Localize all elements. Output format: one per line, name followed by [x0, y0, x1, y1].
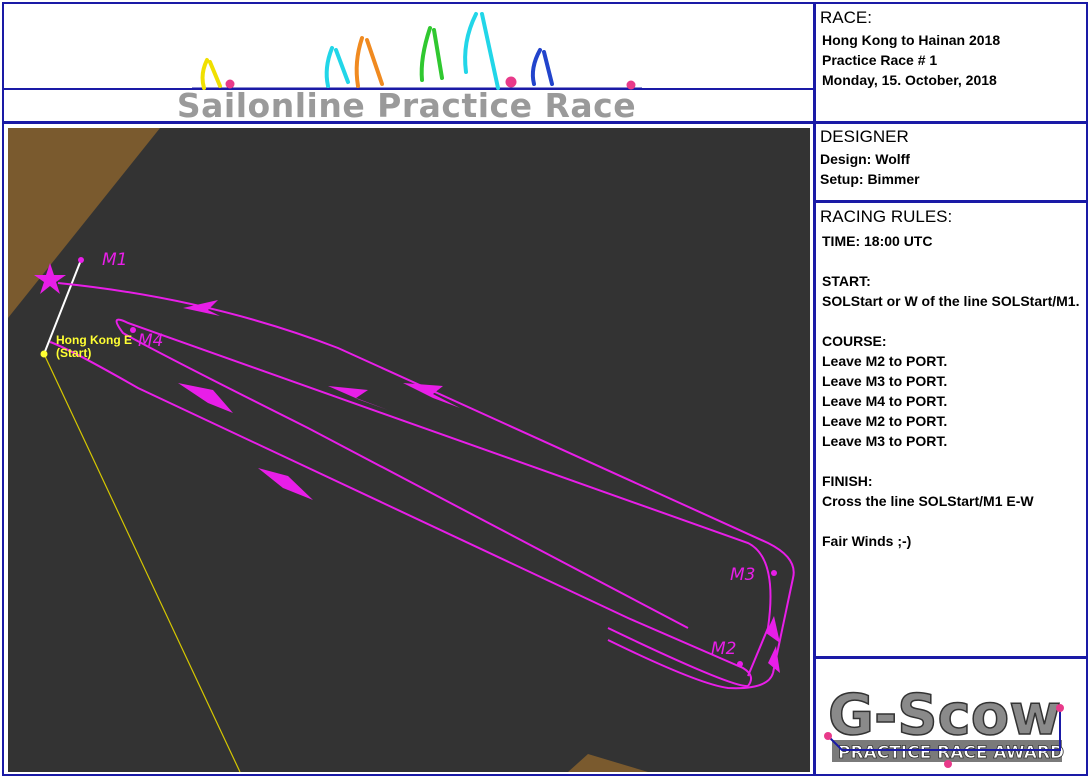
mark-m2	[737, 661, 743, 667]
sail-blue-2	[542, 50, 554, 86]
arrow-1	[183, 300, 220, 316]
race-date: Monday, 15. October, 2018	[822, 72, 997, 88]
race-name: Hong Kong to Hainan 2018	[822, 32, 1001, 48]
sail-green-2	[432, 28, 444, 80]
rules-line: SOLStart or W of the line SOLStart/M1.	[822, 293, 1080, 309]
sail-cyan-3	[463, 12, 478, 74]
rules-line: Cross the line SOLStart/M1 E-W	[822, 493, 1034, 509]
rhumb-line	[43, 353, 241, 772]
divider-vertical	[813, 2, 816, 776]
sail-yellow-2	[208, 60, 222, 88]
race-heading: RACE:	[820, 8, 872, 27]
sail-cyan-4	[480, 12, 500, 90]
g-scow-award-logo: G-Scow PRACTICE RACE AWARD	[824, 682, 1065, 768]
rules-line: Leave M2 to PORT.	[822, 353, 948, 369]
land-northwest	[8, 128, 160, 318]
logo-sails	[200, 12, 554, 90]
rules-line: COURSE:	[822, 333, 887, 349]
rules-line: START:	[822, 273, 871, 289]
mark-label-m1: M1	[102, 250, 127, 270]
arrow-4	[178, 383, 233, 413]
rules-line: TIME: 18:00 UTC	[822, 233, 933, 249]
start-label-name: Hong Kong E	[56, 333, 132, 347]
mark-label-m3: M3	[730, 565, 755, 585]
rules-heading: RACING RULES:	[820, 207, 953, 226]
land-south	[568, 754, 648, 772]
designer-design: Design: Wolff	[820, 151, 910, 167]
arrow-3	[403, 383, 460, 408]
divider-rules-bottom	[813, 656, 1088, 659]
award-buoy-2	[1056, 704, 1064, 712]
sail-orange-1	[354, 36, 364, 88]
rules-line: FINISH:	[822, 473, 873, 489]
mark-label-m4: M4	[138, 331, 163, 351]
start-buoy	[40, 350, 48, 358]
designer-setup: Setup: Bimmer	[820, 171, 920, 187]
sail-yellow	[200, 58, 209, 90]
rules-line: Leave M3 to PORT.	[822, 433, 948, 449]
award-buoy-1	[824, 732, 832, 740]
sail-blue-1	[530, 48, 542, 86]
mark-m3	[771, 570, 777, 576]
mark-m1	[78, 257, 84, 263]
arrow-5	[258, 468, 313, 500]
start-label-start: (Start)	[56, 346, 91, 360]
award-subtitle: PRACTICE RACE AWARD	[838, 743, 1064, 763]
award-title: G-Scow	[828, 683, 1061, 748]
award-buoy-3	[944, 760, 952, 768]
mark-label-m2: M2	[711, 639, 736, 659]
sail-cyan-2	[334, 48, 350, 84]
course-leg-outer-bottom	[607, 639, 774, 690]
course-map[interactable]: M1 M4 M3 M2 Hong Kong E (Start)	[8, 128, 810, 772]
page-title: Sailonline Practice Race	[176, 86, 637, 125]
sail-cyan-1	[324, 46, 334, 88]
course-leg-1	[49, 341, 753, 687]
race-subtitle: Practice Race # 1	[822, 52, 938, 68]
designer-heading: DESIGNER	[820, 127, 909, 146]
sailonline-logo	[192, 12, 642, 90]
rules-line: Leave M4 to PORT.	[822, 393, 948, 409]
course-arrows	[178, 300, 780, 673]
course-map-svg: M1 M4 M3 M2 Hong Kong E (Start)	[8, 128, 795, 772]
rules-line: Fair Winds ;-)	[822, 533, 912, 549]
sail-green-1	[419, 26, 432, 82]
course-leg-outer	[57, 282, 795, 674]
course-leg-inner	[115, 318, 772, 677]
divider-designer-bottom	[813, 200, 1088, 203]
sail-orange-2	[365, 38, 384, 86]
rules-line: Leave M2 to PORT.	[822, 413, 948, 429]
rules-line: Leave M3 to PORT.	[822, 373, 948, 389]
